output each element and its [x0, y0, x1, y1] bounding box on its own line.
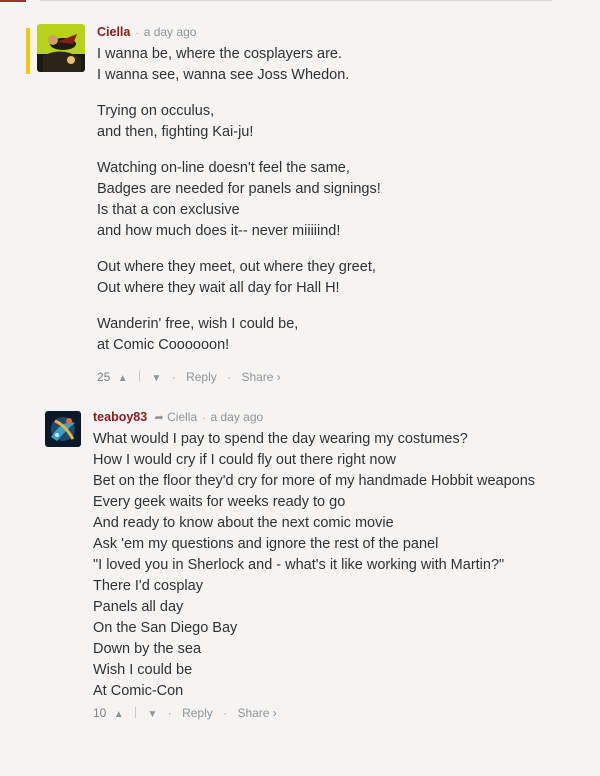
- comment-paragraph: Watching on-line doesn't feel the same, B…: [97, 158, 577, 242]
- separator-dot: ·: [167, 706, 172, 720]
- comment-line: Panels all day: [93, 599, 184, 615]
- vote-divider: [135, 707, 137, 718]
- comment-line: and how much does it-- never miiiiind!: [97, 223, 341, 239]
- comment-text: What would I pay to spend the day wearin…: [93, 429, 573, 702]
- share-button[interactable]: Share ›: [237, 706, 276, 720]
- comment-line: And ready to know about the next comic m…: [93, 515, 394, 531]
- comment-paragraph: I wanna be, where the cosplayers are. I w…: [97, 44, 577, 86]
- comment-line: What would I pay to spend the day wearin…: [93, 431, 468, 447]
- comment-line: Every geek waits for weeks ready to go: [93, 494, 346, 510]
- vote-count: 25: [97, 370, 111, 384]
- comment-line: Wish I could be: [93, 662, 193, 678]
- separator-dot: ·: [135, 28, 139, 39]
- comment-line: Down by the sea: [93, 641, 202, 657]
- upvote-button[interactable]: ▲: [118, 370, 128, 388]
- comment-line: and then, fighting Kai-ju!: [97, 124, 254, 140]
- chevron-down-icon: ▼: [147, 709, 158, 720]
- separator-dot: ·: [223, 706, 228, 720]
- comment-line: There I'd cosplay: [93, 578, 203, 594]
- chevron-up-icon: ▲: [117, 373, 128, 384]
- comment-paragraph: Wanderin' free, wish I could be, at Comic…: [97, 314, 577, 356]
- comment-footer: 10 ▲ ▼ · Reply · Share ›: [93, 704, 573, 722]
- reply-button[interactable]: Reply: [186, 370, 217, 384]
- highlight-marker: [26, 28, 30, 74]
- comment-header: Ciella · a day ago: [97, 24, 577, 44]
- comment-line: On the San Diego Bay: [93, 620, 238, 636]
- reply-button[interactable]: Reply: [182, 706, 213, 720]
- comment-header: teaboy83 ➦ Ciella · a day ago: [93, 409, 573, 429]
- downvote-button[interactable]: ▼: [147, 706, 157, 724]
- chevron-up-icon: ▲: [113, 709, 124, 720]
- comment-line: At Comic-Con: [93, 683, 184, 699]
- avatar[interactable]: [37, 24, 85, 72]
- top-accent-bar: [0, 0, 26, 2]
- comment-line: Ask 'em my questions and ignore the rest…: [93, 536, 439, 552]
- comment-line: Trying on occulus,: [97, 103, 215, 119]
- comment-paragraph: Trying on occulus, and then, fighting Kai…: [97, 101, 577, 143]
- comment-line: Out where they meet, out where they gree…: [97, 259, 376, 275]
- author-name[interactable]: Ciella: [97, 25, 130, 39]
- comment-line: Is that a con exclusive: [97, 202, 240, 218]
- comment-line: Bet on the floor they'd cry for more of …: [93, 473, 536, 489]
- downvote-button[interactable]: ▼: [151, 370, 161, 388]
- separator-dot: ·: [202, 413, 206, 424]
- avatar-image: [37, 24, 85, 72]
- upvote-button[interactable]: ▲: [114, 706, 124, 724]
- comment-line: at Comic Coooooon!: [97, 337, 230, 353]
- top-divider: [0, 0, 600, 2]
- comment-line: How I would cry if I could fly out there…: [93, 452, 397, 468]
- avatar-image: [45, 411, 81, 447]
- chevron-down-icon: ▼: [151, 373, 162, 384]
- comment-line: Badges are needed for panels and signing…: [97, 181, 381, 197]
- separator-dot: ·: [227, 370, 232, 384]
- vote-divider: [139, 371, 141, 382]
- avatar[interactable]: [45, 411, 81, 447]
- top-rule: [40, 0, 552, 1]
- separator-dot: ·: [171, 370, 176, 384]
- comment-line: Watching on-line doesn't feel the same,: [97, 160, 350, 176]
- timestamp[interactable]: a day ago: [210, 410, 263, 424]
- comment-line: I wanna be, where the cosplayers are.: [97, 46, 343, 62]
- reply-to-name: Ciella: [167, 410, 198, 424]
- comment-line: I wanna see, wanna see Joss Whedon.: [97, 67, 350, 83]
- reply-to-link[interactable]: ➦ Ciella: [155, 410, 198, 424]
- vote-count: 10: [93, 706, 107, 720]
- comment-paragraph: Out where they meet, out where they gree…: [97, 257, 577, 299]
- comment-text: I wanna be, where the cosplayers are. I w…: [97, 44, 577, 356]
- reply-arrow-icon: ➦: [154, 412, 164, 424]
- comment-paragraph: What would I pay to spend the day wearin…: [93, 429, 573, 702]
- author-name[interactable]: teaboy83: [93, 410, 147, 424]
- comment-footer: 25 ▲ ▼ · Reply · Share ›: [97, 368, 577, 386]
- timestamp[interactable]: a day ago: [144, 25, 197, 39]
- comment-line: "I loved you in Sherlock and - what's it…: [93, 557, 505, 573]
- comment-line: Wanderin' free, wish I could be,: [97, 316, 299, 332]
- comment-line: Out where they wait all day for Hall H!: [97, 280, 340, 296]
- share-button[interactable]: Share ›: [241, 370, 280, 384]
